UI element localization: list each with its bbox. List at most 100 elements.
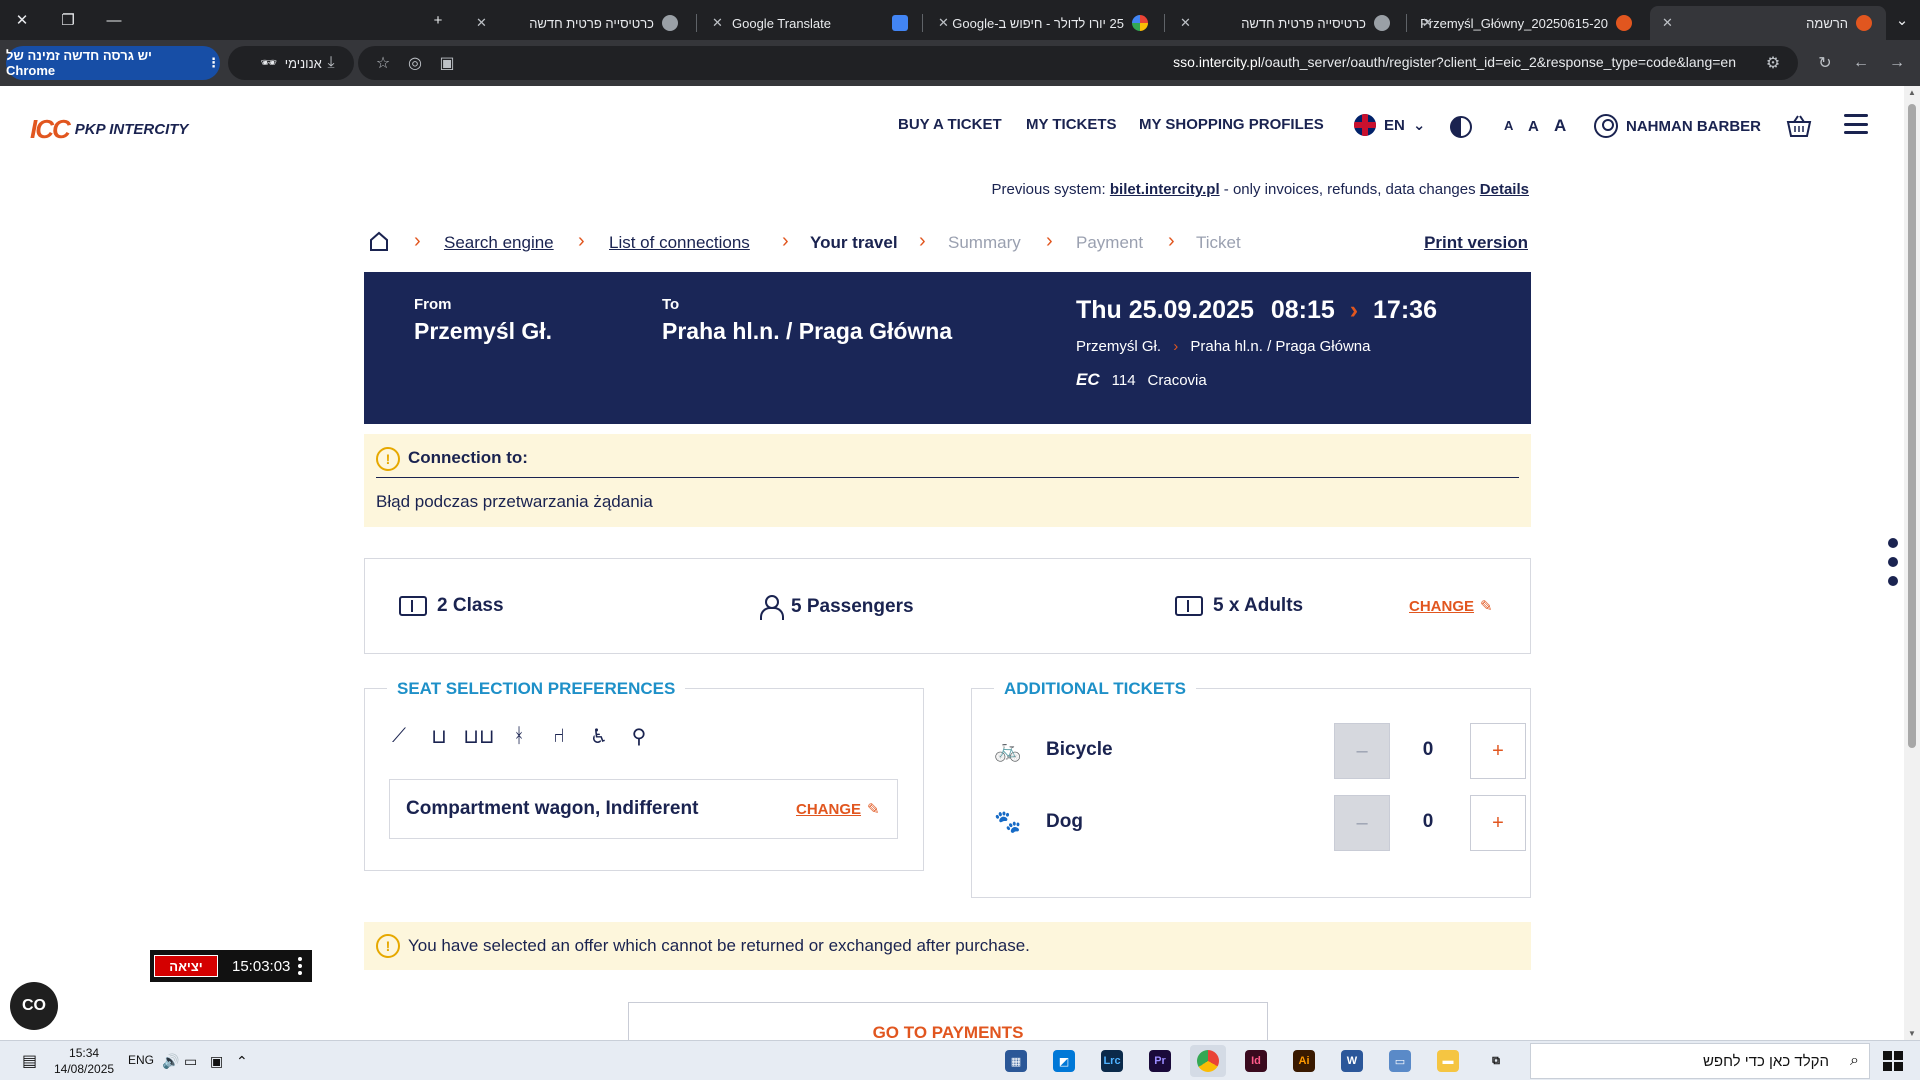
bicycle-increment-button[interactable]: + (1470, 723, 1526, 779)
breadcrumb: › Search engine › List of connections › … (364, 228, 1528, 258)
eye-off-icon[interactable]: ◎ (402, 51, 428, 75)
wheelchair-icon[interactable]: ♿ (587, 723, 611, 749)
minimize-window-icon[interactable]: — (100, 8, 128, 32)
details-link[interactable]: Details (1480, 181, 1529, 198)
close-tab-icon[interactable]: ✕ (1180, 15, 1191, 31)
taskbar-clock[interactable]: 15:34 14/08/2025 (54, 1045, 114, 1077)
contrast-toggle-icon[interactable] (1450, 116, 1472, 138)
close-tab-icon[interactable]: ✕ (712, 15, 723, 31)
floating-assistant-button[interactable]: CO (10, 982, 58, 1030)
dog-increment-button[interactable]: + (1470, 795, 1526, 851)
bicycle-space-icon[interactable]: ⚲ (627, 723, 651, 749)
bookmark-star-icon[interactable]: ☆ (370, 51, 396, 75)
from-label: From (414, 296, 452, 313)
taskbar-search-box[interactable]: הקלד כאן כדי לחפש ⌕ (1530, 1043, 1870, 1079)
restore-window-icon[interactable]: ❐ (54, 8, 82, 32)
photos-app-icon[interactable]: ◩ (1046, 1045, 1082, 1077)
lens-icon[interactable]: ▣ (434, 51, 460, 75)
back-arrow-icon[interactable]: ← (1848, 51, 1874, 75)
pkp-intercity-logo[interactable]: ICC PKP INTERCITY (30, 114, 188, 145)
exit-button[interactable]: יציאה (154, 955, 218, 977)
bicycle-decrement-button[interactable]: – (1334, 723, 1390, 779)
timer-menu-icon[interactable] (298, 957, 303, 975)
travel-date: Thu 25.09.2025 (1076, 296, 1254, 324)
logo-name: PKP INTERCITY (74, 121, 189, 138)
chrome-app-icon[interactable] (1190, 1045, 1226, 1077)
window-seat-icon[interactable]: ᚼ (507, 723, 531, 749)
address-bar[interactable]: ☆ ◎ ▣ sso.intercity.pl/oauth_server/oaut… (358, 46, 1798, 80)
new-chrome-version-button[interactable]: יש גרסה חדשה זמינה של Chrome ⋮ (6, 46, 220, 80)
remote-app-icon[interactable]: ▭ (1382, 1045, 1418, 1077)
calculator-app-icon[interactable]: ▦ (998, 1045, 1034, 1077)
scroll-up-icon[interactable]: ▲ (1907, 88, 1917, 97)
close-tab-icon[interactable]: ✕ (1422, 15, 1433, 31)
word-app-icon[interactable]: W (1334, 1045, 1370, 1077)
dog-label: Dog (1046, 811, 1083, 832)
illustrator-app-icon[interactable]: Ai (1286, 1045, 1322, 1077)
new-tab-icon[interactable]: + (424, 8, 452, 32)
translate-icon (892, 15, 908, 31)
crumb-search-engine[interactable]: Search engine (444, 233, 554, 253)
url-text[interactable]: sso.intercity.pl/oauth_server/oauth/regi… (1173, 54, 1736, 70)
change-seat-button[interactable]: CHANGE ✎ (796, 800, 880, 818)
site-settings-icon[interactable]: ⚙ (1760, 51, 1786, 75)
crumb-list-of-connections[interactable]: List of connections (609, 233, 750, 253)
premiere-app-icon[interactable]: Pr (1142, 1045, 1178, 1077)
basket-icon[interactable] (1786, 114, 1812, 138)
windows-start-icon[interactable] (1883, 1051, 1903, 1071)
volume-icon[interactable]: 🔊 (162, 1053, 179, 1070)
scroll-down-icon[interactable]: ▼ (1907, 1029, 1917, 1038)
vertical-scrollbar[interactable]: ▲ ▼ (1904, 86, 1920, 1040)
home-icon[interactable] (368, 230, 390, 252)
user-account-button[interactable]: NAHMAN BARBER (1594, 114, 1761, 138)
tab-incognito-1[interactable]: כרטיסייה פרטית חדשה ✕ (1168, 6, 1404, 40)
file-explorer-app-icon[interactable]: ▬ (1430, 1045, 1466, 1077)
train-number: 114 (1111, 371, 1136, 389)
font-size-large[interactable]: A (1554, 116, 1566, 136)
chevron-up-icon[interactable]: ⌃ (236, 1053, 248, 1070)
tab-google-search[interactable]: 25 יורו לדולר - חיפוש ב-Google ✕ (926, 6, 1162, 40)
side-dots-menu-icon[interactable] (1888, 538, 1898, 586)
notification-icon[interactable]: ▤ (22, 1051, 37, 1071)
forward-arrow-icon[interactable]: → (1884, 51, 1910, 75)
language-selector[interactable]: EN ⌄ (1354, 114, 1425, 136)
reload-icon[interactable]: ↻ (1812, 51, 1838, 75)
font-size-medium[interactable]: A (1528, 118, 1539, 135)
tab-registration[interactable]: הרשמה ✕ (1650, 6, 1886, 40)
table-seat-icon[interactable]: ⑁ (547, 723, 571, 749)
tab-google-translate[interactable]: ✕ Google Translate (700, 6, 920, 40)
network-icon[interactable]: ▭ (184, 1053, 197, 1070)
double-seat-icon[interactable]: ⊔⊔ (463, 723, 494, 749)
close-tab-icon[interactable]: ✕ (938, 15, 949, 31)
hamburger-menu-icon[interactable] (1844, 114, 1868, 134)
font-size-small[interactable]: A (1504, 118, 1513, 133)
route: Przemyśl Gł. › Praha hl.n. / Praga Główn… (1076, 338, 1370, 355)
person-icon (759, 595, 784, 620)
compartment-seat-icon[interactable]: ⊔ (427, 723, 451, 749)
close-window-icon[interactable]: ✕ (8, 8, 36, 32)
lightroom-classic-app-icon[interactable]: Lrc (1094, 1045, 1130, 1077)
change-passengers-button[interactable]: CHANGE ✎ (1409, 597, 1493, 615)
recliner-seat-icon[interactable]: ⟋ (387, 723, 411, 749)
clock-date: 14/08/2025 (54, 1062, 115, 1076)
tab-title: Google Translate (732, 15, 832, 31)
previous-system-link[interactable]: bilet.intercity.pl (1110, 181, 1220, 198)
train-info: EC 114 Cracovia (1076, 370, 1207, 390)
scrollbar-thumb[interactable] (1908, 104, 1916, 748)
input-language[interactable]: ENG (128, 1053, 154, 1067)
nav-my-shopping-profiles[interactable]: MY SHOPPING PROFILES (1139, 116, 1324, 133)
indesign-app-icon[interactable]: Id (1238, 1045, 1274, 1077)
app-tray-icon[interactable]: ▣ (210, 1053, 223, 1070)
tab-strip: ✕ ❐ — + הרשמה ✕ Przemyśl_Główny_20250615… (0, 0, 1920, 40)
dog-decrement-button[interactable]: – (1334, 795, 1390, 851)
close-tab-icon[interactable]: ✕ (1662, 15, 1673, 31)
tab-search-icon[interactable]: ⌄ (1888, 8, 1916, 32)
nav-my-tickets[interactable]: MY TICKETS (1026, 116, 1117, 133)
tab-przemysl[interactable]: Przemyśl_Główny_20250615-20 ✕ (1410, 6, 1646, 40)
close-tab-icon[interactable]: ✕ (476, 15, 487, 31)
tab-incognito-2[interactable]: כרטיסייה פרטית חדשה ✕ (464, 6, 692, 40)
nav-buy-ticket[interactable]: BUY A TICKET (898, 116, 1002, 133)
download-icon[interactable]: ⤓ (318, 51, 344, 75)
task-view-icon[interactable]: ⧉ (1478, 1045, 1514, 1077)
print-version-link[interactable]: Print version (1424, 233, 1528, 253)
